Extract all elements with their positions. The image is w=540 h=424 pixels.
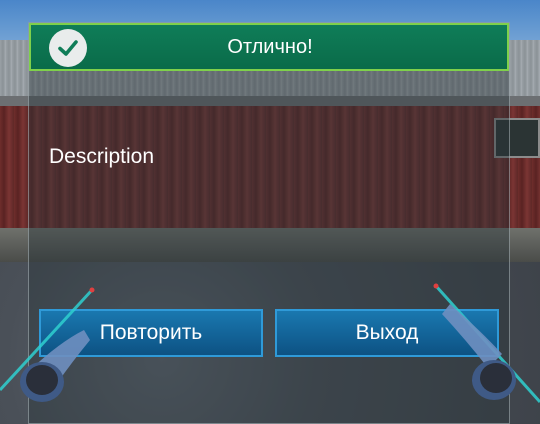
retry-button[interactable]: Повторить bbox=[39, 309, 263, 357]
dialog-title: Отлично! bbox=[227, 36, 313, 58]
exit-button[interactable]: Выход bbox=[275, 309, 499, 357]
dialog-header: Отлично! bbox=[29, 23, 509, 71]
result-dialog: Отлично! Description Повторить Выход bbox=[28, 22, 510, 424]
dialog-description: Description bbox=[49, 145, 155, 168]
